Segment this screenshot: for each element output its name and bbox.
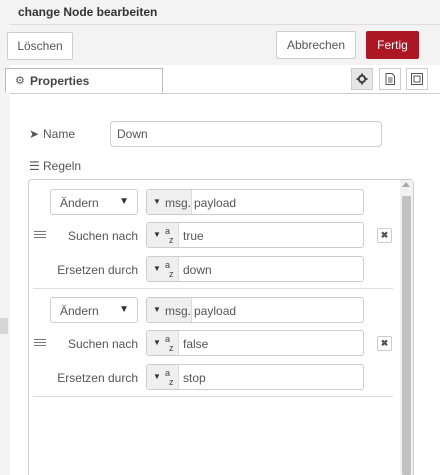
string-type-icon: az xyxy=(165,334,174,353)
rules-label-row: ☰ Regeln xyxy=(29,159,81,173)
search-label: Suchen nach xyxy=(67,337,138,351)
replace-value-input[interactable]: ▼ az stop xyxy=(146,364,364,390)
caret-down-icon: ▼ xyxy=(153,264,161,273)
rule-divider xyxy=(33,396,393,397)
tab-properties[interactable]: ⚙ Properties xyxy=(5,68,163,93)
search-type-selector[interactable] xyxy=(147,223,179,247)
property-value: payload xyxy=(194,196,237,210)
remove-rule-button[interactable]: ✖ xyxy=(377,228,392,243)
workspace-node-fragment xyxy=(0,318,8,334)
done-button[interactable]: Fertig xyxy=(366,31,419,59)
gear-icon: ⚙ xyxy=(15,75,25,87)
name-label: Name xyxy=(43,127,76,141)
properties-tab-button[interactable] xyxy=(351,68,373,90)
rule-divider xyxy=(33,288,393,289)
gear-icon xyxy=(356,73,368,85)
caret-down-icon: ▼ xyxy=(153,338,161,347)
description-icon xyxy=(385,73,395,85)
string-type-icon: az xyxy=(165,226,174,245)
rule-action-select[interactable]: Ändern ▼ xyxy=(50,297,138,323)
search-value: true xyxy=(183,229,204,243)
name-field[interactable]: Down xyxy=(110,121,382,147)
search-type-selector[interactable] xyxy=(147,331,179,355)
rule-action-value: Ändern xyxy=(60,196,99,210)
replace-type-selector[interactable] xyxy=(147,257,179,281)
replace-value-input[interactable]: ▼ az down xyxy=(146,256,364,282)
appearance-tab-button[interactable] xyxy=(406,68,428,90)
property-type-label: msg. xyxy=(165,196,192,210)
name-label-row: ➤ Name xyxy=(29,127,75,141)
description-tab-button[interactable] xyxy=(379,68,401,90)
dropdown-arrow-icon: ▼ xyxy=(119,304,129,315)
string-type-icon: az xyxy=(165,260,174,279)
remove-rule-button[interactable]: ✖ xyxy=(377,336,392,351)
scroll-thumb[interactable] xyxy=(402,196,411,475)
cancel-button[interactable]: Abbrechen xyxy=(276,31,356,59)
appearance-icon xyxy=(411,73,423,85)
caret-down-icon: ▼ xyxy=(153,305,161,314)
scroll-up-arrow-icon[interactable] xyxy=(402,182,410,187)
caret-down-icon: ▼ xyxy=(153,372,161,381)
list-icon: ☰ xyxy=(29,159,40,173)
rule-action-select[interactable]: Ändern ▼ xyxy=(50,189,138,215)
search-value-input[interactable]: ▼ az true xyxy=(146,222,364,248)
replace-label: Ersetzen durch xyxy=(57,371,138,385)
property-type-label: msg. xyxy=(165,304,192,318)
rule-property-input[interactable]: ▼ msg. payload xyxy=(146,189,364,215)
dropdown-arrow-icon: ▼ xyxy=(119,196,129,207)
replace-value: down xyxy=(183,263,212,277)
delete-button[interactable]: Löschen xyxy=(7,32,73,60)
replace-label: Ersetzen durch xyxy=(57,263,138,277)
caret-down-icon: ▼ xyxy=(153,197,161,206)
search-value-input[interactable]: ▼ az false xyxy=(146,330,364,356)
tab-properties-label: Properties xyxy=(30,74,90,88)
replace-type-selector[interactable] xyxy=(147,365,179,389)
tag-icon: ➤ xyxy=(29,127,40,141)
rule-property-input[interactable]: ▼ msg. payload xyxy=(146,297,364,323)
tray-title: change Node bearbeiten xyxy=(18,5,158,19)
search-label: Suchen nach xyxy=(67,229,138,243)
caret-down-icon: ▼ xyxy=(153,230,161,239)
replace-value: stop xyxy=(183,371,206,385)
search-value: false xyxy=(183,337,209,351)
rules-label: Regeln xyxy=(43,159,82,173)
rule-action-value: Ändern xyxy=(60,304,99,318)
string-type-icon: az xyxy=(165,368,174,387)
tray-header: change Node bearbeiten xyxy=(10,0,440,25)
property-value: payload xyxy=(194,304,237,318)
